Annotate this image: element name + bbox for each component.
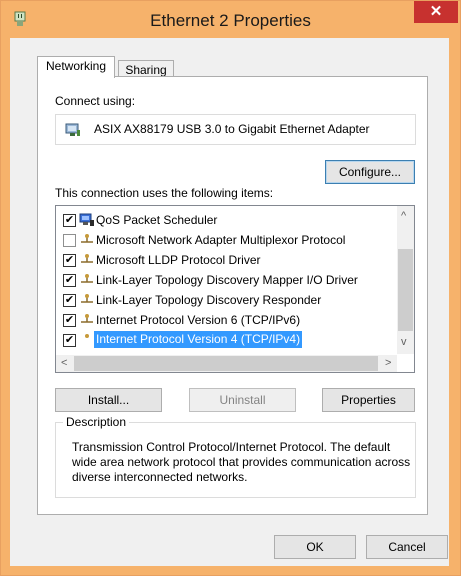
- item-label: Link-Layer Topology Discovery Mapper I/O…: [96, 273, 358, 287]
- close-button[interactable]: ✕: [414, 1, 458, 23]
- description-title: Description: [63, 415, 130, 429]
- items-label: This connection uses the following items…: [55, 186, 274, 200]
- list-item[interactable]: ✔ Link-Layer Topology Discovery Mapper I/…: [56, 270, 396, 290]
- cancel-button[interactable]: Cancel: [366, 535, 448, 559]
- item-label: Link-Layer Topology Discovery Responder: [96, 293, 322, 307]
- list-item[interactable]: ✔ QoS Packet Scheduler: [56, 210, 396, 230]
- tab-networking[interactable]: Networking: [37, 56, 115, 78]
- item-checkbox[interactable]: ✔: [63, 314, 76, 327]
- ok-button[interactable]: OK: [274, 535, 356, 559]
- title-bar[interactable]: Ethernet 2 Properties ✕: [1, 1, 460, 39]
- protocol-icon: [79, 273, 95, 287]
- uninstall-button[interactable]: Uninstall: [189, 388, 296, 412]
- connect-using-label: Connect using:: [55, 94, 136, 108]
- item-label: Microsoft Network Adapter Multiplexor Pr…: [96, 233, 346, 247]
- description-text: Transmission Control Protocol/Internet P…: [72, 440, 411, 484]
- item-checkbox[interactable]: ✔: [63, 274, 76, 287]
- horizontal-scroll-thumb[interactable]: [74, 356, 378, 371]
- item-checkbox[interactable]: ✔: [63, 334, 76, 347]
- scroll-left-icon[interactable]: <: [61, 357, 67, 369]
- protocol-icon: [79, 233, 95, 247]
- item-checkbox[interactable]: ✔: [63, 254, 76, 267]
- list-item[interactable]: ✔ Link-Layer Topology Discovery Responder: [56, 290, 396, 310]
- item-label: QoS Packet Scheduler: [96, 213, 218, 227]
- scroll-up-icon[interactable]: ^: [401, 210, 406, 222]
- close-icon: ✕: [429, 3, 443, 20]
- install-button[interactable]: Install...: [55, 388, 162, 412]
- protocol-icon: [79, 253, 95, 267]
- adapter-box: ASIX AX88179 USB 3.0 to Gigabit Ethernet…: [55, 114, 416, 145]
- protocol-icon: [79, 293, 95, 307]
- vertical-scroll-thumb[interactable]: [398, 249, 413, 331]
- scroll-right-icon[interactable]: >: [385, 357, 391, 369]
- properties-button[interactable]: Properties: [322, 388, 415, 412]
- list-item[interactable]: ✔ Microsoft LLDP Protocol Driver: [56, 250, 396, 270]
- item-checkbox[interactable]: ✔: [63, 214, 76, 227]
- item-checkbox[interactable]: ✔: [63, 294, 76, 307]
- list-item[interactable]: Microsoft Network Adapter Multiplexor Pr…: [56, 230, 396, 250]
- window-title: Ethernet 2 Properties: [150, 11, 311, 30]
- item-label: Microsoft LLDP Protocol Driver: [96, 253, 261, 267]
- protocol-icon: [79, 333, 95, 347]
- adapter-name: ASIX AX88179 USB 3.0 to Gigabit Ethernet…: [94, 122, 370, 136]
- list-item[interactable]: ✔ Internet Protocol Version 4 (TCP/IPv4): [56, 330, 396, 350]
- protocol-icon: [79, 313, 95, 327]
- item-label: Internet Protocol Version 6 (TCP/IPv6): [96, 313, 301, 327]
- vertical-scrollbar[interactable]: ^ v: [397, 206, 414, 354]
- configure-button[interactable]: Configure...: [325, 160, 415, 184]
- item-checkbox[interactable]: [63, 234, 76, 247]
- list-item[interactable]: ✔ Internet Protocol Version 6 (TCP/IPv6): [56, 310, 396, 330]
- scroll-down-icon[interactable]: v: [401, 336, 407, 348]
- qos-scheduler-icon: [79, 213, 95, 227]
- network-adapter-icon: [65, 123, 80, 136]
- item-label: Internet Protocol Version 4 (TCP/IPv4): [94, 331, 303, 348]
- items-list[interactable]: ✔ QoS Packet Scheduler Microsoft Network A…: [55, 205, 415, 373]
- horizontal-scrollbar[interactable]: < >: [56, 355, 397, 372]
